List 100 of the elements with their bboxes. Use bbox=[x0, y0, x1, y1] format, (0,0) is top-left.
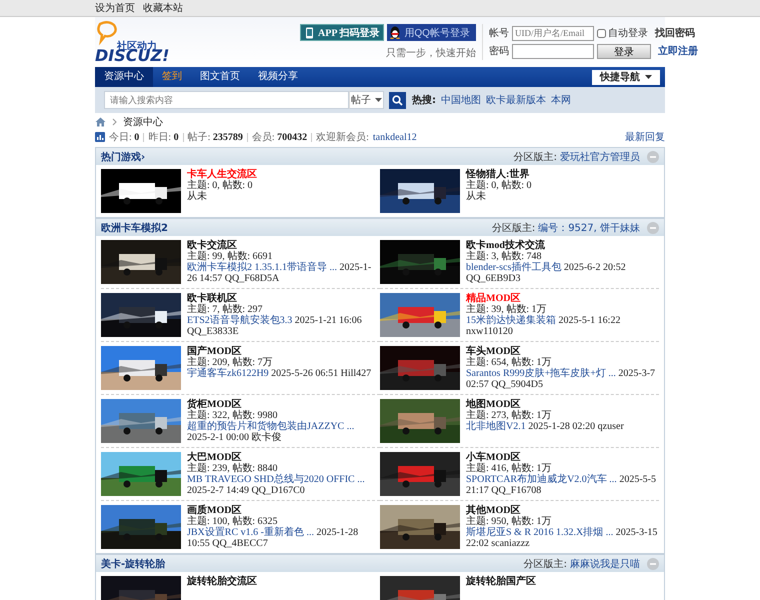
forum-name-link[interactable]: 画质MOD区 bbox=[187, 505, 380, 516]
qq-login-button[interactable]: 用QQ帐号登录 bbox=[387, 24, 476, 41]
quick-nav-button[interactable]: 快捷导航 bbox=[592, 70, 660, 84]
last-post-link[interactable]: 15米韵达快递集装箱 bbox=[466, 315, 556, 326]
stat-text: 欢迎新会员: bbox=[316, 130, 369, 144]
auto-login-checkbox[interactable] bbox=[596, 28, 606, 38]
last-post-info: JBX设置RC v1.6 -重新着色 ... 2025-1-28 10:55 QQ_4BECC7 bbox=[187, 527, 360, 549]
moderator-link[interactable]: 爱玩社官方管理员 bbox=[560, 150, 640, 164]
caret-icon bbox=[645, 75, 652, 79]
last-post-link[interactable]: SPORTCAR布加迪威龙V2.0汽车 ... bbox=[466, 474, 617, 485]
forum-name-link[interactable]: 车头MOD区 bbox=[466, 346, 659, 357]
hot-search-link[interactable]: 欧卡最新版本 bbox=[486, 93, 546, 107]
last-post-link[interactable]: ETS2语音导航安装包3.3 bbox=[187, 315, 292, 326]
login-button[interactable]: 登录 bbox=[596, 44, 651, 58]
forgot-password-link[interactable]: 找回密码 bbox=[654, 26, 695, 40]
search-scope-dropdown[interactable]: 帖子 bbox=[349, 91, 384, 109]
last-post-link[interactable]: blender-scs插件工具包 bbox=[466, 262, 562, 273]
top-link[interactable]: 设为首页 bbox=[95, 1, 135, 15]
chart-icon bbox=[95, 132, 105, 142]
section-title[interactable]: 美卡-旋转轮胎 bbox=[101, 556, 166, 570]
last-post-info: 北非地图V2.1 2025-1-28 02:20 qzuser bbox=[466, 421, 624, 432]
latest-replies-link[interactable]: 最新回复 bbox=[625, 130, 665, 144]
forum-name-link[interactable]: 国产MOD区 bbox=[187, 346, 372, 357]
last-post-link[interactable]: 超重的预告片和货物包装由JAZZYC ... bbox=[187, 421, 354, 432]
last-post-info: 欧洲卡车模拟2 1.35.1.1带语音导 ... 2025-1-26 14:57 QQ_F68D5A bbox=[187, 262, 372, 284]
moderator-link[interactable]: 麻麻说我是只喵 bbox=[570, 556, 640, 570]
forum-name-link[interactable]: 怪物猎人:世界 bbox=[466, 169, 532, 180]
forum-name-link[interactable]: 欧卡联机区 bbox=[187, 293, 380, 304]
auto-login-label: 自动登录 bbox=[608, 27, 648, 40]
forum-name-link[interactable]: 欧卡mod技术交流 bbox=[466, 240, 659, 251]
last-post-info: 宇通客车zk6122H9 2025-5-26 06:51 Hill427 bbox=[187, 368, 372, 379]
forum-stats: 主题: 950, 帖数: 1万 bbox=[466, 516, 553, 527]
moderator-link[interactable]: 编号：9527, 饼干妹妹 bbox=[538, 220, 640, 234]
moderator-label: 分区版主: bbox=[514, 150, 557, 164]
password-label: 密码 bbox=[488, 44, 509, 58]
breadcrumb-link[interactable]: 资源中心 bbox=[123, 115, 163, 129]
last-post-info: 超重的预告片和货物包装由JAZZYC ... 2025-2-1 00:00 欧卡俊 bbox=[187, 421, 356, 443]
forum-stats: 主题: 0, 帖数: 0 bbox=[187, 180, 254, 191]
forum-stats: 主题: 7, 帖数: 297 bbox=[187, 304, 263, 315]
last-post-info: 15米韵达快递集装箱 2025-5-1 16:22 nxw110120 bbox=[466, 315, 622, 337]
password-field[interactable] bbox=[512, 44, 594, 58]
last-post-link[interactable]: 欧洲卡车模拟2 1.35.1.1带语音导 ... bbox=[187, 262, 337, 273]
moderator-label: 分区版主: bbox=[492, 222, 536, 234]
nav-tab[interactable]: 签到 bbox=[153, 67, 191, 87]
forum-name-link[interactable]: 其他MOD区 bbox=[466, 505, 659, 516]
forum-name-link[interactable]: 精品MOD区 bbox=[466, 293, 659, 304]
last-post-info: 从未 bbox=[466, 191, 487, 202]
last-post-link[interactable]: Sarantos R999皮肤+拖车皮肤+灯 ... bbox=[466, 368, 616, 379]
account-field[interactable]: UID/用户名/Email bbox=[512, 26, 594, 40]
forum-name-link[interactable]: 卡车人生交流区 bbox=[187, 169, 257, 180]
last-post-link[interactable]: JBX设置RC v1.6 -重新着色 ... bbox=[187, 527, 314, 538]
last-post-link[interactable]: 北非地图V2.1 bbox=[466, 421, 526, 432]
new-member-link[interactable]: tankdeal12 bbox=[372, 132, 417, 142]
stat-text: 帖子: 235789 bbox=[188, 130, 243, 144]
last-post-link[interactable]: MB TRAVEGO SHD总线与2020 OFFIC ... bbox=[187, 474, 365, 485]
account-label: 帐号 bbox=[488, 26, 509, 40]
section-title[interactable]: 热门游戏› bbox=[101, 150, 146, 164]
penguin-icon bbox=[389, 26, 402, 39]
caret-icon bbox=[375, 98, 382, 102]
app-scan-login-button[interactable]: APP 扫码登录 bbox=[300, 24, 384, 41]
forum-stats: 主题: 654, 帖数: 1万 bbox=[466, 357, 552, 368]
forum-name-link[interactable]: 大巴MOD区 bbox=[187, 452, 380, 463]
forum-stats: 主题: 0, 帖数: 0 bbox=[466, 180, 532, 191]
phone-icon bbox=[305, 26, 314, 38]
hot-search-link[interactable]: 本网 bbox=[551, 93, 571, 107]
forum-stats: 主题: 273, 帖数: 1万 bbox=[466, 410, 553, 421]
forum-name-link[interactable]: 旋转轮胎交流区 bbox=[187, 576, 257, 587]
hot-search-link[interactable]: 中国地图 bbox=[441, 93, 481, 107]
nav-tab[interactable]: 视频分享 bbox=[249, 67, 307, 87]
forum-stats: 主题: 416, 帖数: 1万 bbox=[466, 463, 552, 474]
forum-name-link[interactable]: 欧卡交流区 bbox=[187, 240, 380, 251]
forum-stats: 主题: 100, 帖数: 6325 bbox=[187, 516, 278, 527]
last-post-link[interactable]: 斯堪尼亚S & R 2016 1.32.X排烟 ... bbox=[466, 527, 614, 538]
hot-search-label: 热搜: bbox=[412, 94, 436, 107]
forum-stats: 主题: 239, 帖数: 8840 bbox=[187, 463, 278, 474]
last-post-info: ETS2语音导航安装包3.3 2025-1-21 16:06 QQ_E3833E bbox=[187, 315, 363, 337]
forum-stats: 主题: 322, 帖数: 9980 bbox=[187, 410, 279, 421]
home-icon[interactable] bbox=[95, 117, 106, 127]
register-link[interactable]: 立即注册 bbox=[658, 44, 698, 58]
last-post-info: 从未 bbox=[187, 191, 208, 202]
nav-tab[interactable]: 图文首页 bbox=[191, 67, 249, 87]
forum-name-link[interactable]: 小车MOD区 bbox=[466, 452, 659, 463]
section-title[interactable]: 欧洲卡车模拟2 bbox=[101, 220, 168, 234]
nav-tab[interactable]: 资源中心 bbox=[95, 67, 153, 87]
forum-stats: 主题: 3, 帖数: 748 bbox=[466, 251, 543, 262]
last-post-info: blender-scs插件工具包 2025-6-2 20:52 QQ_6EB9D3 bbox=[466, 262, 627, 284]
stat-text: 今日: 0 bbox=[109, 131, 140, 144]
top-link[interactable]: 收藏本站 bbox=[143, 1, 183, 15]
last-post-link[interactable]: 宇通客车zk6122H9 bbox=[187, 368, 269, 379]
chevron-icon bbox=[112, 118, 117, 126]
search-button[interactable] bbox=[389, 92, 406, 108]
search-icon bbox=[392, 94, 403, 106]
forum-stats: 主题: 39, 帖数: 1万 bbox=[466, 304, 548, 315]
moderator-label: 分区版主: bbox=[524, 558, 567, 570]
forum-name-link[interactable]: 地图MOD区 bbox=[466, 399, 624, 410]
search-field[interactable]: 请输入搜索内容 bbox=[104, 91, 349, 109]
forum-name-link[interactable]: 货柜MOD区 bbox=[187, 399, 380, 410]
forum-name-link[interactable]: 旋转轮胎国产区 bbox=[466, 576, 536, 587]
forum-stats: 主题: 99, 帖数: 6691 bbox=[187, 251, 274, 262]
stat-text: 昨日: 0 bbox=[148, 131, 179, 144]
